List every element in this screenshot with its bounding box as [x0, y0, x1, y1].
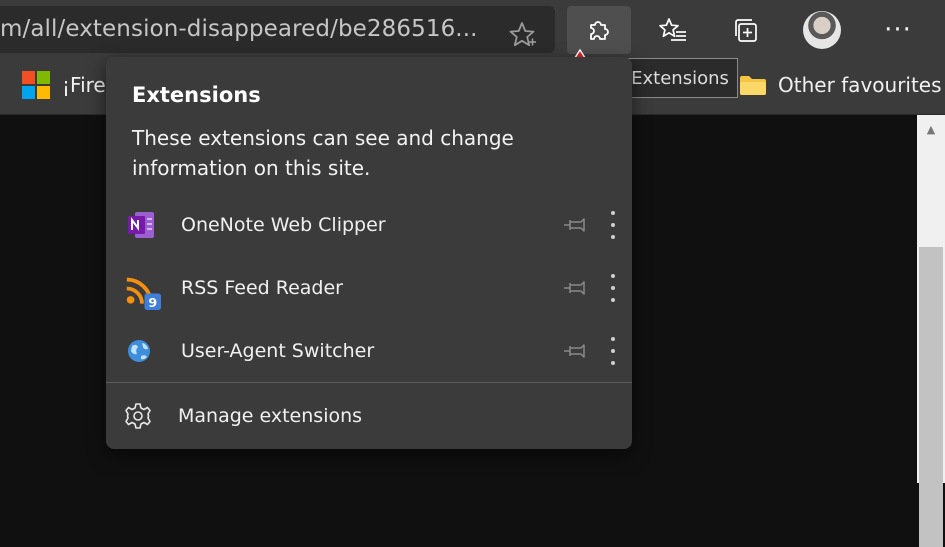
extension-more-options-button[interactable] — [606, 337, 620, 365]
more-icon: ··· — [884, 15, 912, 45]
extension-name: OneNote Web Clipper — [181, 214, 386, 236]
other-favourites-folder[interactable]: Other favourites — [738, 56, 942, 114]
folder-icon — [740, 76, 766, 95]
extension-more-options-button[interactable] — [606, 211, 620, 239]
extension-row-rss[interactable]: 9 RSS Feed Reader — [106, 260, 632, 322]
star-list-icon — [659, 18, 686, 41]
collections-icon — [735, 19, 757, 42]
page-scrollbar[interactable]: ▲ — [917, 115, 945, 547]
add-favorite-button[interactable] — [505, 18, 539, 52]
extension-row-user-agent[interactable]: User-Agent Switcher — [106, 323, 632, 385]
microsoft-logo-icon — [22, 71, 50, 99]
extension-name: User-Agent Switcher — [181, 340, 375, 362]
pin-icon[interactable] — [561, 339, 591, 363]
gear-icon — [125, 403, 151, 429]
globe-icon — [128, 340, 150, 362]
rss-badge-count: 9 — [148, 295, 157, 310]
onenote-icon — [128, 212, 154, 238]
scrollbar-thumb[interactable] — [919, 247, 943, 547]
star-outline-icon — [509, 22, 536, 47]
collections-button[interactable] — [714, 6, 778, 54]
favorite-item-fireo[interactable]: ¡Fireo — [22, 56, 118, 114]
puzzle-piece-icon — [590, 21, 609, 40]
scroll-up-arrow-icon[interactable]: ▲ — [917, 115, 945, 143]
extension-more-options-button[interactable] — [606, 274, 620, 302]
extension-name: RSS Feed Reader — [181, 277, 343, 299]
extensions-tooltip: Extensions — [622, 58, 738, 98]
popup-description: These extensions can see and change info… — [132, 126, 514, 180]
rss-icon: 9 — [126, 277, 161, 310]
pin-icon[interactable] — [561, 213, 591, 237]
address-bar[interactable]: m/all/extension-disappeared/be286516... — [0, 6, 555, 53]
extension-row-onenote[interactable]: OneNote Web Clipper — [106, 197, 632, 259]
favorites-button[interactable] — [641, 6, 705, 54]
profile-button[interactable] — [790, 6, 854, 54]
pin-icon[interactable] — [561, 276, 591, 300]
favorite-item-label: Other favourites — [778, 73, 942, 97]
popup-title: Extensions — [132, 83, 261, 107]
manage-extensions-button[interactable]: Manage extensions — [106, 383, 632, 449]
extensions-popup: Extensions These extensions can see and … — [106, 57, 632, 449]
avatar — [803, 11, 841, 49]
settings-and-more-button[interactable]: ··· — [866, 6, 930, 54]
address-bar-url[interactable]: m/all/extension-disappeared/be286516... — [0, 6, 478, 53]
extensions-button[interactable] — [567, 6, 631, 54]
browser-toolbar: m/all/extension-disappeared/be286516... — [0, 0, 945, 56]
manage-extensions-label: Manage extensions — [178, 405, 363, 427]
